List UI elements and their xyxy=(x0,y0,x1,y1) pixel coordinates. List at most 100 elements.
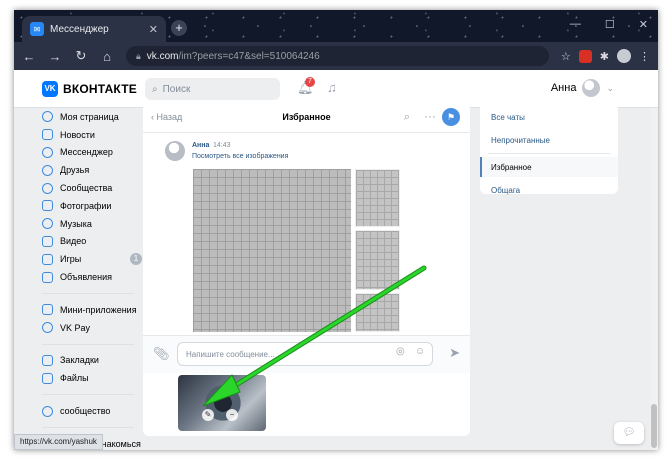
search-input[interactable]: ⌕ Поиск xyxy=(145,78,280,100)
url-host: vk.com/im?peers=c47&sel=510064246 xyxy=(146,50,320,62)
friends-icon xyxy=(42,164,53,176)
news-icon xyxy=(42,129,53,141)
video-icon xyxy=(42,235,53,247)
filter-favorites[interactable]: Избранное xyxy=(480,157,618,177)
photo-attachment-main[interactable] xyxy=(193,169,351,332)
sidebar-item-label: Музыка xyxy=(60,218,92,229)
user-name: Анна xyxy=(550,82,577,94)
chat-title: Избранное xyxy=(282,112,331,122)
sidebar-item-my-page[interactable]: Моя страница xyxy=(42,108,142,126)
vk-logo-text: ВКОНТАКТЕ xyxy=(63,82,137,96)
minimize-icon[interactable]: — xyxy=(570,18,581,31)
sidebar-item-vk-pay[interactable]: VK Pay xyxy=(42,319,142,337)
photo-attachment-thumb[interactable] xyxy=(355,230,400,290)
music-icon xyxy=(42,218,53,230)
sidebar-item-communities[interactable]: Сообщества xyxy=(42,179,142,197)
bookmark-icon[interactable]: ⚑ xyxy=(442,108,460,126)
sidebar-item-label: Друзья xyxy=(60,165,90,176)
close-window-icon[interactable]: ✕ xyxy=(639,18,648,31)
chat-bubble-button[interactable]: 💬︎ xyxy=(614,422,644,444)
chevron-down-icon: ⌄ xyxy=(606,82,614,93)
sidebar-item-photos[interactable]: Фотографии xyxy=(42,197,142,215)
reload-icon[interactable]: ↻ xyxy=(74,48,88,64)
sidebar-item-label: Мини-приложения xyxy=(60,304,137,315)
message-author[interactable]: Анна xyxy=(192,142,209,149)
games-icon xyxy=(42,253,53,265)
pending-attachment-thumbnail[interactable]: ✎ − xyxy=(178,375,266,431)
bookmarks-icon xyxy=(42,354,53,366)
sidebar-item-label: Файлы xyxy=(60,373,89,384)
extensions-area: ☆ ✱ ⋮ xyxy=(561,49,650,63)
profile-avatar-icon[interactable] xyxy=(617,49,631,63)
photo-attachment-thumb[interactable] xyxy=(355,293,400,332)
sidebar-item-ads[interactable]: Объявления xyxy=(42,268,142,286)
star-icon[interactable]: ☆ xyxy=(561,50,571,63)
sidebar-item-news[interactable]: Новости xyxy=(42,126,142,144)
browser-tab[interactable]: ✉ Мессенджер ✕ xyxy=(22,16,166,42)
smile-icon[interactable]: ☺ xyxy=(415,346,425,357)
sidebar-item-music[interactable]: Музыка xyxy=(42,215,142,233)
extension-icon[interactable] xyxy=(578,49,592,63)
tab-title: Мессенджер xyxy=(50,23,109,35)
filter-unread[interactable]: Непрочитанные xyxy=(480,130,618,150)
sidebar-item-friends[interactable]: Друзья xyxy=(42,161,142,179)
sidebar-item-bookmarks[interactable]: Закладки xyxy=(42,352,142,370)
new-tab-button[interactable]: + xyxy=(171,20,187,36)
sidebar-item-label: Игры xyxy=(60,254,82,265)
menu-dots-icon[interactable]: ⋮ xyxy=(639,50,650,63)
photo-attachment-thumb[interactable] xyxy=(355,169,400,227)
maximize-icon[interactable]: ☐ xyxy=(605,18,615,31)
sidebar-item-label: Сообщества xyxy=(60,183,113,194)
search-placeholder: Поиск xyxy=(162,83,191,95)
sidebar-item-messenger[interactable]: Мессенджер xyxy=(42,144,142,162)
browser-titlebar: ✉ Мессенджер ✕ + — ☐ ✕ xyxy=(14,10,658,42)
sidebar-item-label: Объявления xyxy=(60,272,113,283)
send-icon[interactable]: ➤ xyxy=(449,345,460,361)
sidebar-divider xyxy=(42,426,134,428)
apps-icon xyxy=(42,304,53,316)
sidebar-item-video[interactable]: Видео xyxy=(42,233,142,251)
sidebar-item-files[interactable]: Файлы xyxy=(42,369,142,387)
sidebar-item-games[interactable]: Игры 1 xyxy=(42,250,142,268)
sidebar-divider xyxy=(42,343,134,345)
chat-filter-panel: Все чаты Непрочитанные Избранное Общага xyxy=(480,103,618,195)
sidebar-item-label: Видео xyxy=(60,236,87,247)
sidebar-item-mini-apps[interactable]: Мини-приложения xyxy=(42,301,142,319)
vkpay-icon xyxy=(42,322,53,334)
remove-attachment-icon[interactable]: − xyxy=(226,409,238,421)
search-icon[interactable]: ⌕ xyxy=(404,111,410,124)
browser-toolbar: ← → ↻ ⌂ 🔒︎ vk.com/im?peers=c47&sel=51006… xyxy=(14,42,658,70)
back-arrow-icon[interactable]: ← xyxy=(22,49,36,64)
edit-attachment-icon[interactable]: ✎ xyxy=(202,409,214,421)
sidebar-item-label: сообщество xyxy=(60,406,111,417)
forward-arrow-icon[interactable]: → xyxy=(48,49,62,64)
user-icon xyxy=(42,111,53,123)
sidebar-divider xyxy=(42,394,134,396)
lock-icon: 🔒︎ xyxy=(136,50,141,61)
browser-window: ✉ Мессенджер ✕ + — ☐ ✕ ← → ↻ ⌂ 🔒︎ vk.com… xyxy=(14,10,658,450)
paperclip-icon[interactable]: 📎︎ xyxy=(153,346,170,362)
filter-all-chats[interactable]: Все чаты xyxy=(480,107,618,127)
puzzle-icon[interactable]: ✱ xyxy=(600,50,609,63)
scrollbar-thumb[interactable] xyxy=(651,404,657,448)
camera-icon[interactable]: ◎ xyxy=(396,346,405,357)
filter-obshchaga[interactable]: Общага xyxy=(480,180,618,200)
message-time: 14:43 xyxy=(213,142,231,149)
page-scrollbar[interactable] xyxy=(650,108,658,450)
view-all-images-link[interactable]: Посмотреть все изображения xyxy=(192,153,288,160)
left-sidebar: Моя страница Новости Мессенджер Друзья С… xyxy=(42,108,142,450)
music-note-icon[interactable]: ♫ xyxy=(327,80,337,95)
message-avatar[interactable] xyxy=(165,141,185,161)
vk-logo[interactable]: VK ВКОНТАКТЕ xyxy=(42,81,137,97)
communities-icon xyxy=(42,182,53,194)
home-icon[interactable]: ⌂ xyxy=(100,49,114,64)
photos-icon xyxy=(42,200,53,212)
close-tab-icon[interactable]: ✕ xyxy=(149,23,158,36)
sidebar-item-label: Моя страница xyxy=(60,111,119,122)
message-input[interactable]: Напишите сообщение... xyxy=(177,342,433,366)
address-bar[interactable]: 🔒︎ vk.com/im?peers=c47&sel=510064246 xyxy=(126,46,549,66)
sidebar-item-community[interactable]: сообщество xyxy=(42,402,142,420)
user-menu[interactable]: Анна ⌄ xyxy=(551,79,614,97)
window-controls: — ☐ ✕ xyxy=(570,18,648,31)
more-dots-icon[interactable]: ··· xyxy=(424,109,436,123)
